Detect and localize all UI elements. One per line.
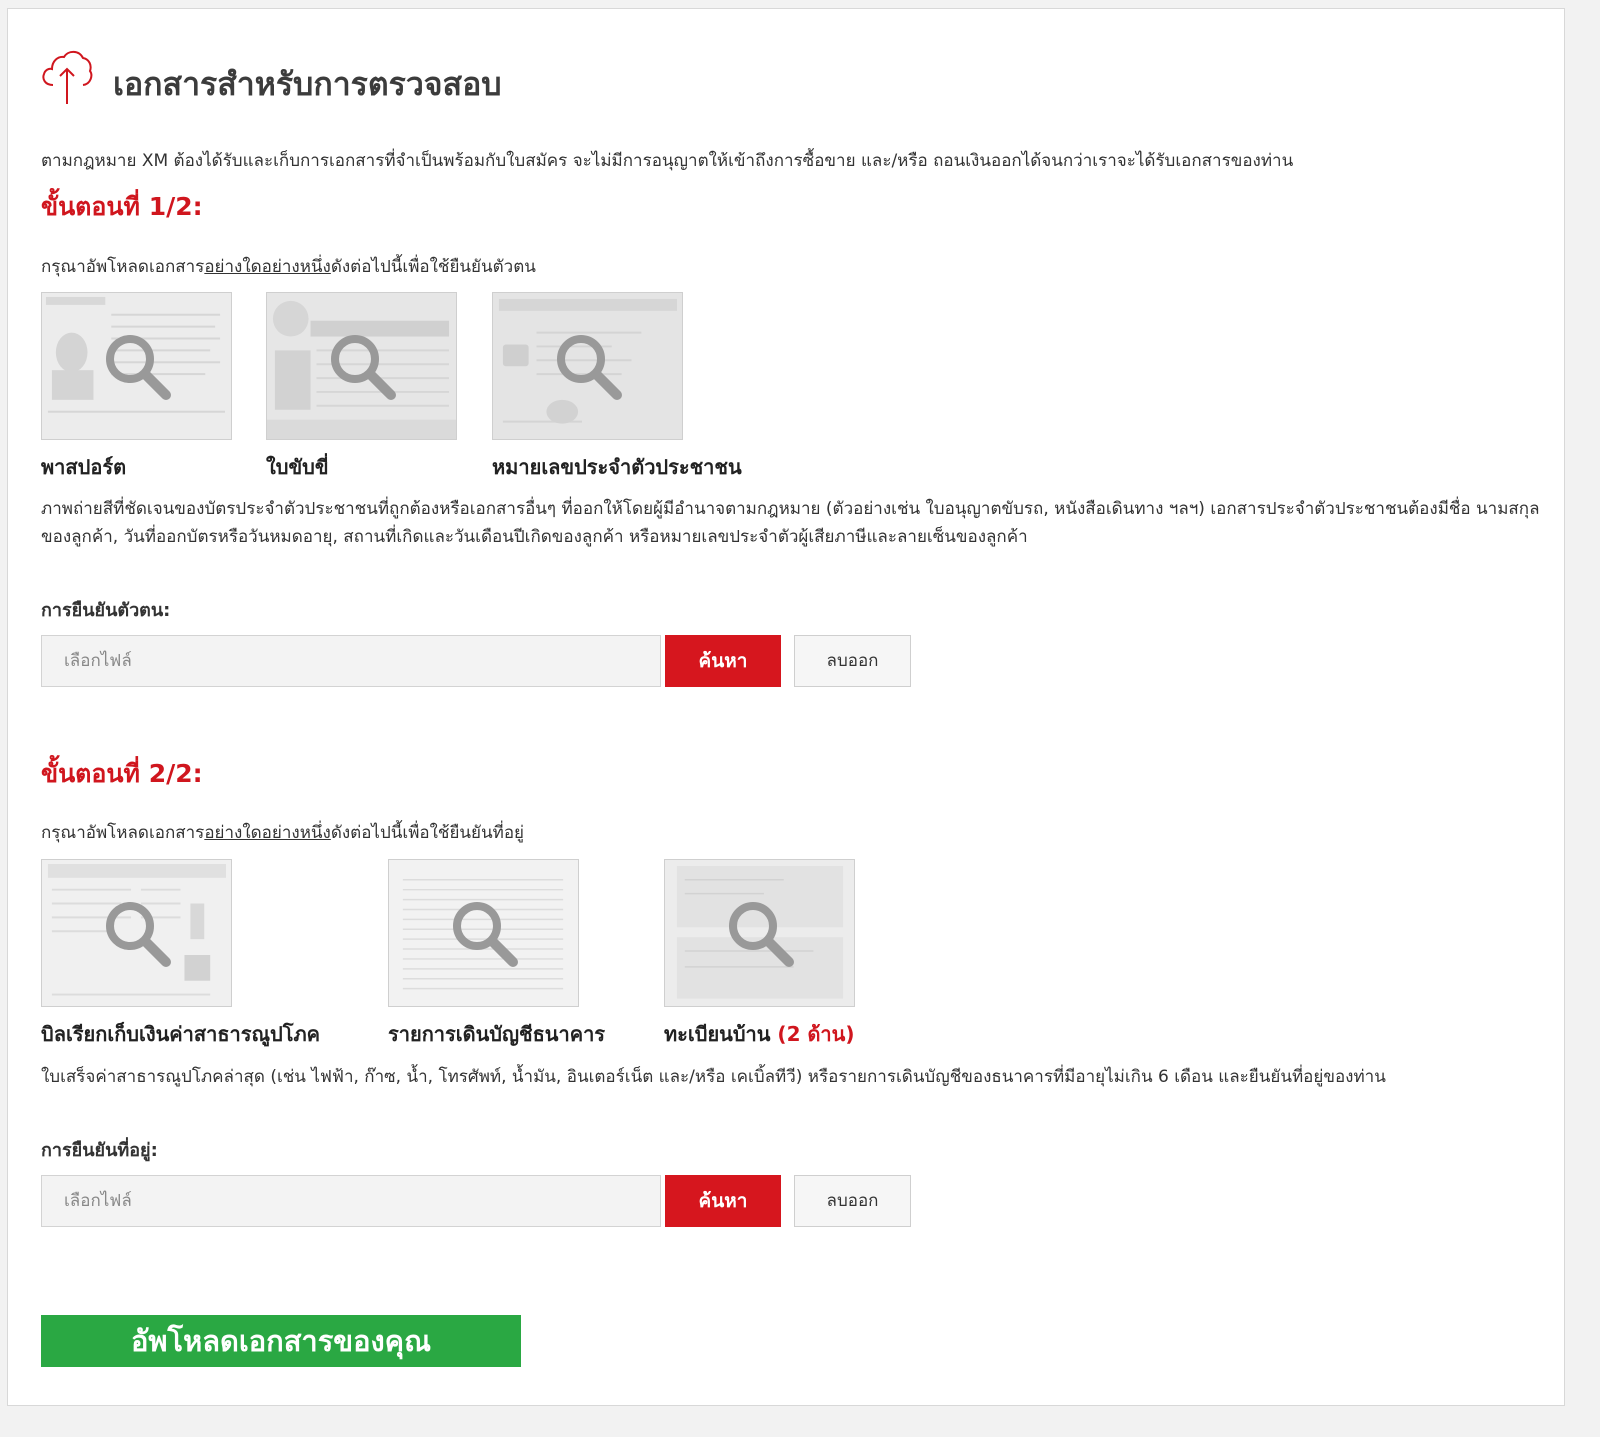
magnifier-icon	[453, 902, 518, 967]
driving-license-thumbnail[interactable]	[266, 292, 457, 440]
doc-label-driving-license: ใบขับขี่	[266, 455, 329, 479]
step2-title: ขั้นตอนที่ 2/2:	[41, 759, 203, 788]
doc-label-bank-statement: รายการเดินบัญชีธนาคาร	[388, 1022, 606, 1046]
passport-thumbnail[interactable]	[41, 292, 232, 440]
identity-browse-button[interactable]: ค้นหา	[665, 635, 781, 687]
magnifier-icon	[106, 902, 171, 967]
upload-documents-button[interactable]: อัพโหลดเอกสารของคุณ	[41, 1315, 521, 1367]
step1-instruction: กรุณาอัพโหลดเอกสารอย่างใดอย่างหนึ่งดังต่…	[41, 257, 536, 277]
verification-panel: เอกสารสำหรับการตรวจสอบ ตามกฎหมาย XM ต้อง…	[7, 8, 1565, 1406]
magnifier-icon	[729, 902, 794, 967]
step2-instruction: กรุณาอัพโหลดเอกสารอย่างใดอย่างหนึ่งดังต่…	[41, 823, 525, 843]
address-remove-button[interactable]: ลบออก	[794, 1175, 911, 1227]
step2-description: ใบเสร็จค่าสาธารณูปโภคล่าสุด (เช่น ไฟฟ้า,…	[41, 1067, 1386, 1087]
page-title: เอกสารสำหรับการตรวจสอบ	[113, 65, 502, 103]
address-file-input[interactable]: เลือกไฟล์	[41, 1175, 661, 1227]
magnifier-icon	[106, 335, 171, 400]
utility-bill-thumbnail[interactable]	[41, 859, 232, 1007]
magnifier-icon	[557, 335, 622, 400]
doc-label-national-id: หมายเลขประจำตัวประชาชน	[492, 455, 742, 479]
step1-description: ภาพถ่ายสีที่ชัดเจนของบัตรประจำตัวประชาชน…	[41, 499, 1540, 547]
identity-remove-button[interactable]: ลบออก	[794, 635, 911, 687]
cloud-upload-icon	[42, 50, 93, 104]
intro-text: ตามกฎหมาย XM ต้องได้รับและเก็บการเอกสารท…	[41, 151, 1294, 171]
identity-field-label: การยืนยันตัวตน:	[41, 600, 171, 621]
doc-label-utility-bill: บิลเรียกเก็บเงินค่าสาธารณูปโภค	[41, 1022, 321, 1046]
two-sides-note: (2 ด้าน)	[777, 1022, 855, 1046]
address-field-label: การยืนยันที่อยู่:	[41, 1140, 158, 1161]
identity-file-input[interactable]: เลือกไฟล์	[41, 635, 661, 687]
doc-label-house-registration: ทะเบียนบ้าน (2 ด้าน)	[664, 1022, 855, 1046]
house-registration-thumbnail[interactable]	[664, 859, 855, 1007]
step1-title: ขั้นตอนที่ 1/2:	[41, 192, 203, 221]
magnifier-icon	[331, 335, 396, 400]
bank-statement-thumbnail[interactable]	[388, 859, 579, 1007]
doc-label-passport: พาสปอร์ต	[41, 455, 127, 479]
national-id-thumbnail[interactable]	[492, 292, 683, 440]
address-browse-button[interactable]: ค้นหา	[665, 1175, 781, 1227]
